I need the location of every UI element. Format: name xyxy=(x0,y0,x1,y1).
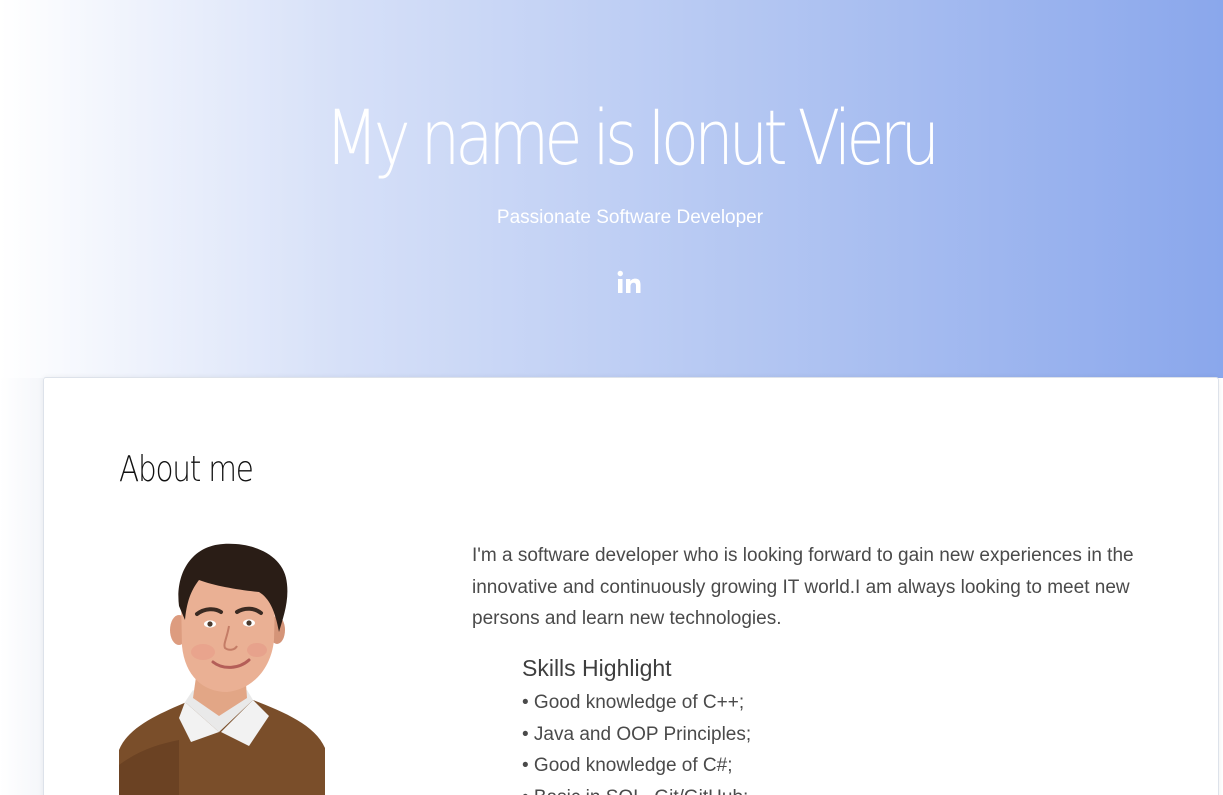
skill-item: • Basic in SQL, Git/GitHub; xyxy=(522,782,751,795)
about-heading: About me xyxy=(119,449,254,490)
skills-heading: Skills Highlight xyxy=(522,655,672,681)
about-intro-text: I'm a software developer who is looking … xyxy=(472,545,1134,629)
linkedin-link[interactable] xyxy=(612,266,648,300)
skill-item: • Java and OOP Principles; xyxy=(522,723,752,745)
skill-item: • Good knowledge of C++; xyxy=(522,692,745,713)
skill-item: • Good knowledge of C#; xyxy=(522,755,733,776)
linkedin-icon xyxy=(617,270,641,293)
profile-photo xyxy=(119,543,325,795)
hero-banner: My name is Ionut Vieru Passionate Softwa… xyxy=(0,0,1223,378)
hero-subtitle: Passionate Software Developer xyxy=(496,207,764,228)
hero-title: My name is Ionut Vieru xyxy=(324,93,940,182)
skills-list: • Good knowledge of C++; • Java and OOP … xyxy=(522,687,751,795)
page-side-fade xyxy=(0,378,43,795)
